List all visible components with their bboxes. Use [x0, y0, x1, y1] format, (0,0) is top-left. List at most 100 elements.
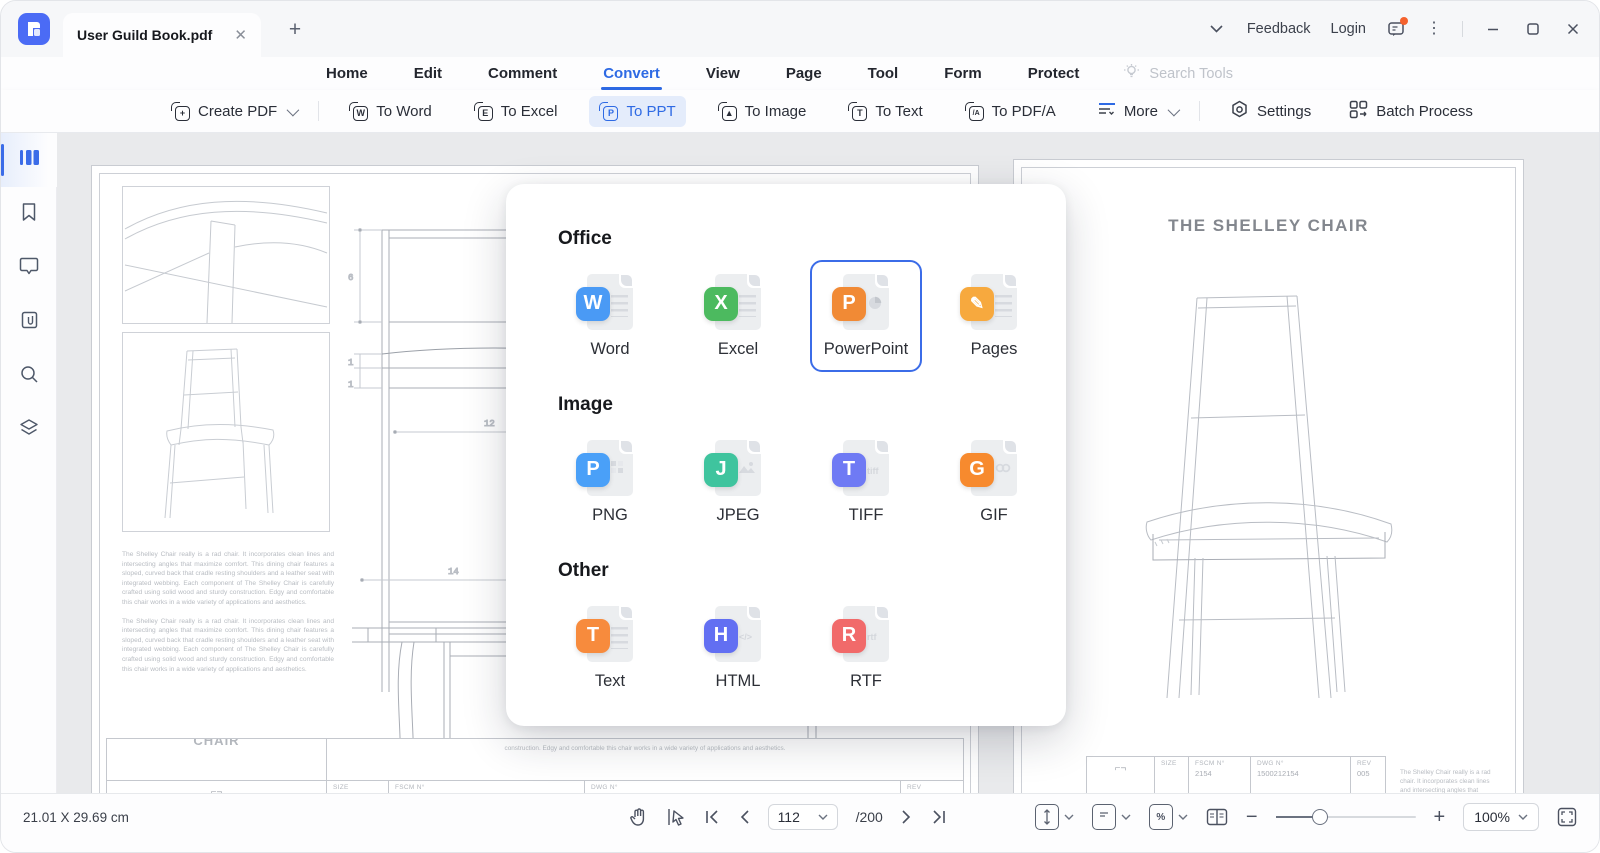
sidebar-bookmarks-button[interactable] — [1, 187, 57, 241]
two-page-view-icon[interactable] — [1206, 808, 1228, 826]
titlebar: User Guild Book.pdf ✕ + Feedback Login ⋮ — [1, 1, 1599, 57]
convert-option-excel[interactable]: X Excel — [682, 260, 794, 372]
sidebar-search-button[interactable] — [1, 349, 57, 403]
page-layout-icon — [1092, 804, 1116, 830]
comment-icon — [19, 256, 39, 280]
page-number-box[interactable] — [768, 804, 838, 830]
svg-text:1: 1 — [348, 380, 353, 390]
fit-page-control[interactable] — [1035, 804, 1074, 830]
powerpoint-badge: P — [832, 287, 866, 321]
sidebar-comments-button[interactable] — [1, 241, 57, 295]
zoom-level-value: 100% — [1474, 809, 1510, 825]
feedback-button[interactable]: Feedback — [1247, 21, 1311, 37]
page-number-input[interactable] — [778, 809, 812, 825]
sidebar-layers-button[interactable] — [1, 403, 57, 457]
search-tools[interactable]: Search Tools — [1123, 63, 1233, 85]
next-page-button[interactable] — [901, 809, 913, 825]
create-pdf-button[interactable]: + Create PDF — [161, 96, 306, 127]
fullscreen-button[interactable] — [1557, 807, 1577, 827]
zoom-mode-control[interactable]: % — [1149, 804, 1188, 830]
menu-protect[interactable]: Protect — [1026, 61, 1082, 86]
block-title: CHAIR — [193, 739, 239, 748]
collapse-toolbar-icon[interactable] — [1207, 19, 1227, 39]
maximize-button[interactable] — [1523, 19, 1543, 39]
to-text-icon: T — [848, 102, 867, 121]
document-tab[interactable]: User Guild Book.pdf ✕ — [63, 13, 261, 57]
more-lines-icon — [1098, 102, 1116, 120]
to-ppt-icon: P — [599, 102, 618, 121]
sidebar-thumbnails-button[interactable] — [1, 133, 57, 187]
paragraph-2: The Shelley Chair really is a rad chair.… — [122, 617, 334, 675]
login-button[interactable]: Login — [1331, 21, 1366, 37]
notifications-icon[interactable] — [1386, 19, 1406, 39]
menu-edit[interactable]: Edit — [412, 61, 444, 86]
doc-lines-decoration — [611, 627, 628, 649]
png-doc-icon: P — [587, 440, 633, 496]
title-block-left: CHAIR construction. Edgy and comfortable… — [106, 738, 964, 795]
settings-icon — [1230, 100, 1249, 123]
previous-page-button[interactable] — [738, 809, 750, 825]
menu-home[interactable]: Home — [324, 61, 370, 86]
to-word-button[interactable]: W To Word — [339, 96, 442, 127]
convert-option-html[interactable]: </> H HTML — [682, 592, 794, 704]
doc-lines-decoration — [739, 295, 756, 317]
convert-option-png[interactable]: P PNG — [554, 426, 666, 538]
last-page-button[interactable] — [931, 809, 947, 825]
zoom-slider-knob[interactable] — [1312, 809, 1328, 825]
other-grid: T Text </> H HTML rtf R — [554, 592, 1066, 704]
settings-button[interactable]: Settings — [1220, 94, 1321, 129]
to-text-button[interactable]: T To Text — [838, 96, 932, 127]
menu-view[interactable]: View — [704, 61, 742, 86]
page-title: THE SHELLEY CHAIR — [1014, 216, 1523, 236]
menu-comment[interactable]: Comment — [486, 61, 559, 86]
zoom-out-button[interactable]: − — [1246, 807, 1258, 827]
chevron-down-icon — [1121, 814, 1131, 821]
document-area[interactable]: The Shelley Chair really is a rad chair.… — [57, 133, 1599, 795]
statusbar: 21.01 X 29.69 cm /200 — [1, 793, 1599, 852]
convert-option-word[interactable]: W Word — [554, 260, 666, 372]
menu-convert[interactable]: Convert — [601, 61, 662, 86]
more-menu-icon[interactable]: ⋮ — [1426, 21, 1442, 37]
convert-option-powerpoint[interactable]: P PowerPoint — [810, 260, 922, 372]
app-window: User Guild Book.pdf ✕ + Feedback Login ⋮ — [0, 0, 1600, 853]
menu-tool[interactable]: Tool — [866, 61, 901, 86]
title-block-right: ⌐¬ SIZE FSCM N°2154 DWG N°1500212154 REV… — [1086, 756, 1386, 795]
powerpoint-doc-icon: P — [843, 274, 889, 330]
new-tab-button[interactable]: + — [283, 18, 307, 42]
tab-close-icon[interactable]: ✕ — [234, 26, 247, 44]
gif-doc-icon: G — [971, 440, 1017, 496]
more-button[interactable]: More — [1088, 96, 1187, 126]
convert-option-tiff[interactable]: tiff T TIFF — [810, 426, 922, 538]
convert-option-gif[interactable]: G GIF — [938, 426, 1050, 538]
zoom-in-button[interactable]: + — [1434, 807, 1446, 827]
app-logo-icon — [18, 13, 50, 45]
minimize-button[interactable] — [1483, 19, 1503, 39]
menu-form[interactable]: Form — [942, 61, 984, 86]
chair-large-drawing — [1139, 290, 1399, 710]
page-total: /200 — [856, 809, 883, 825]
batch-process-button[interactable]: Batch Process — [1339, 94, 1483, 129]
to-pdfa-button[interactable]: /A To PDF/A — [955, 96, 1066, 127]
attachment-icon — [20, 310, 39, 335]
to-ppt-button[interactable]: P To PPT — [589, 96, 685, 127]
convert-option-rtf[interactable]: rtf R RTF — [810, 592, 922, 704]
first-page-button[interactable] — [704, 809, 720, 825]
sidebar-attachments-button[interactable] — [1, 295, 57, 349]
convert-option-jpeg[interactable]: J JPEG — [682, 426, 794, 538]
page-layout-control[interactable] — [1092, 804, 1131, 830]
to-image-button[interactable]: ▲ To Image — [708, 96, 817, 127]
select-tool-icon[interactable] — [666, 807, 686, 827]
chevron-down-icon — [1064, 814, 1074, 821]
tiff-badge: T — [832, 453, 866, 487]
to-excel-button[interactable]: E To Excel — [464, 96, 568, 127]
zoom-slider[interactable] — [1276, 816, 1416, 818]
convert-option-text[interactable]: T Text — [554, 592, 666, 704]
word-doc-icon: W — [587, 274, 633, 330]
zoom-level-select[interactable]: 100% — [1463, 803, 1539, 831]
svg-text:12: 12 — [484, 419, 495, 429]
hand-tool-icon[interactable] — [629, 807, 648, 827]
menu-page[interactable]: Page — [784, 61, 824, 86]
text-doc-icon: T — [587, 606, 633, 662]
convert-option-pages[interactable]: ✎ Pages — [938, 260, 1050, 372]
close-button[interactable] — [1563, 19, 1583, 39]
